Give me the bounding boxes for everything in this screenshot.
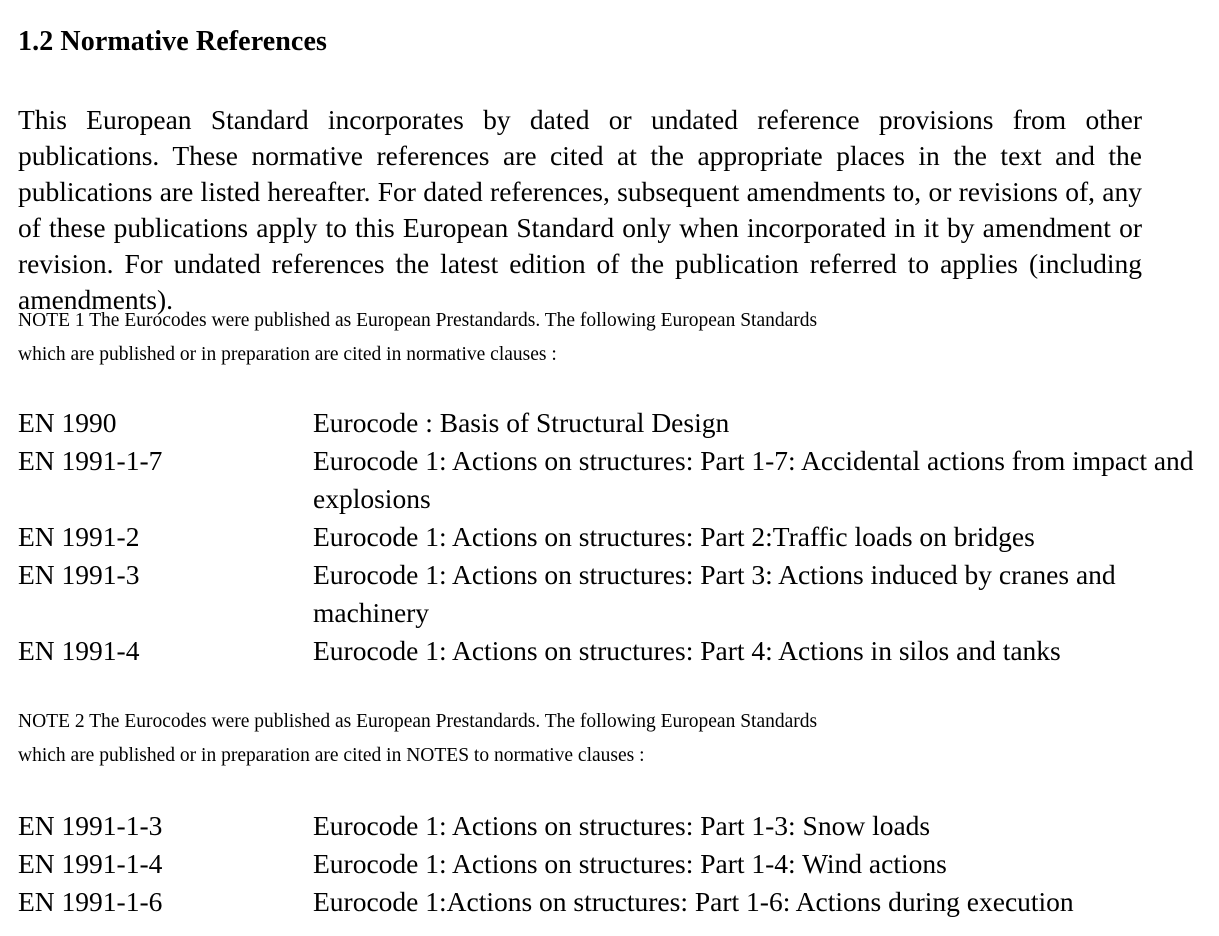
note-1-line-1: NOTE 1 The Eurocodes were published as E… bbox=[18, 310, 818, 331]
reference-description: Eurocode 1: Actions on structures: Part … bbox=[313, 810, 931, 841]
page-title: 1.2 Normative References bbox=[18, 25, 327, 57]
reference-row: EN 1991-3 Eurocode 1: Actions on structu… bbox=[0, 556, 1219, 632]
reference-description: Eurocode 1: Actions on structures: Part … bbox=[313, 635, 1061, 666]
reference-description: Eurocode 1: Actions on structures: Part … bbox=[313, 445, 1194, 514]
reference-code: EN 1991-1-3 bbox=[18, 810, 163, 841]
note-2-line-2: which are published or in preparation ar… bbox=[18, 745, 645, 766]
normative-references-list: EN 1990 Eurocode : Basis of Structural D… bbox=[0, 404, 1219, 670]
reference-description: Eurocode 1: Actions on structures: Part … bbox=[313, 559, 1116, 628]
reference-row: EN 1991-1-3 Eurocode 1: Actions on struc… bbox=[0, 807, 1219, 845]
reference-row: EN 1991-1-7 Eurocode 1: Actions on struc… bbox=[0, 442, 1219, 518]
reference-code: EN 1991-3 bbox=[18, 559, 140, 590]
document-page: 1.2 Normative References This European S… bbox=[0, 0, 1219, 936]
reference-code: EN 1991-1-6 bbox=[18, 886, 163, 917]
reference-code: EN 1991-2 bbox=[18, 521, 140, 552]
reference-code: EN 1991-1-7 bbox=[18, 445, 163, 476]
reference-row: EN 1991-1-6 Eurocode 1:Actions on struct… bbox=[0, 883, 1219, 921]
note-1-line-2: which are published or in preparation ar… bbox=[18, 344, 557, 365]
reference-description: Eurocode 1: Actions on structures: Part … bbox=[313, 848, 947, 879]
reference-row: EN 1991-1-4 Eurocode 1: Actions on struc… bbox=[0, 845, 1219, 883]
reference-description: Eurocode 1: Actions on structures: Part … bbox=[313, 521, 1035, 552]
reference-row: EN 1991-4 Eurocode 1: Actions on structu… bbox=[0, 632, 1219, 670]
reference-code: EN 1991-1-4 bbox=[18, 848, 163, 879]
reference-row: EN 1990 Eurocode : Basis of Structural D… bbox=[0, 404, 1219, 442]
reference-code: EN 1991-4 bbox=[18, 635, 140, 666]
notes-references-list: EN 1991-1-3 Eurocode 1: Actions on struc… bbox=[0, 807, 1219, 921]
note-2-line-1: NOTE 2 The Eurocodes were published as E… bbox=[18, 711, 818, 732]
reference-description: Eurocode 1:Actions on structures: Part 1… bbox=[313, 886, 1074, 917]
note-1-block: NOTE 1 The Eurocodes were published as E… bbox=[18, 304, 1142, 406]
reference-description: Eurocode : Basis of Structural Design bbox=[313, 407, 730, 438]
reference-row: EN 1991-2 Eurocode 1: Actions on structu… bbox=[0, 518, 1219, 556]
reference-code: EN 1990 bbox=[18, 407, 117, 438]
note-2-block: NOTE 2 The Eurocodes were published as E… bbox=[18, 705, 1142, 807]
